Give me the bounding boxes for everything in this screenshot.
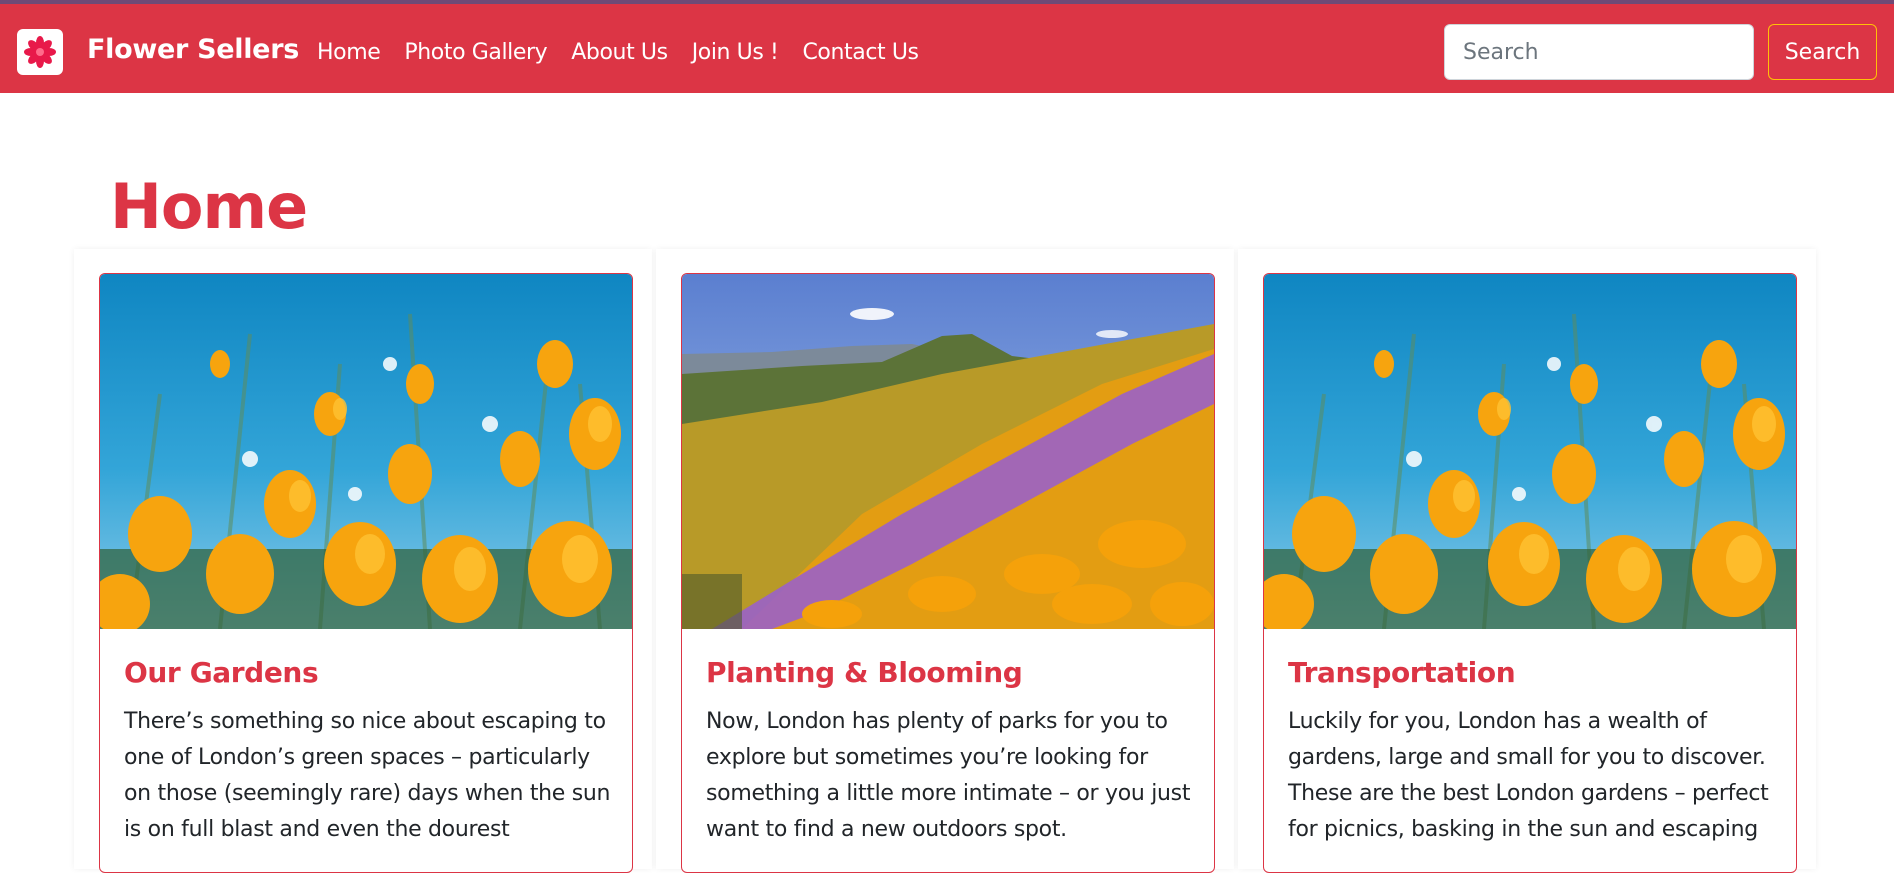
brand-name[interactable]: Flower Sellers	[87, 34, 299, 65]
search-button[interactable]: Search	[1768, 24, 1877, 80]
card-title: Our Gardens	[124, 656, 319, 689]
card-text: Luckily for you, London has a wealth of …	[1288, 709, 1769, 842]
page-title: Home	[110, 170, 308, 243]
navbar: Flower Sellers Home Photo Gallery About …	[0, 4, 1894, 93]
nav-link-about-us[interactable]: About Us	[571, 40, 668, 65]
card-transportation: Transportation Luckily for you, London h…	[1263, 273, 1797, 873]
card-title: Transportation	[1288, 656, 1516, 689]
card-text: There’s something so nice about escaping…	[124, 709, 611, 842]
orange-poppies-photo	[1264, 274, 1796, 629]
search-input[interactable]	[1444, 24, 1754, 80]
card-our-gardens: Our Gardens There’s something so nice ab…	[99, 273, 633, 873]
nav-link-contact-us[interactable]: Contact Us	[802, 40, 919, 65]
main-navigation: Home Photo Gallery About Us Join Us ! Co…	[317, 40, 943, 65]
nav-link-join-us[interactable]: Join Us !	[692, 40, 779, 65]
card-text: Now, London has plenty of parks for you …	[706, 709, 1191, 842]
hillside-wildflowers-photo	[682, 274, 1214, 629]
nav-link-photo-gallery[interactable]: Photo Gallery	[404, 40, 547, 65]
card-planting-blooming: Planting & Blooming Now, London has plen…	[681, 273, 1215, 873]
nav-link-home[interactable]: Home	[317, 40, 381, 65]
flower-logo-icon[interactable]	[17, 29, 63, 75]
card-title: Planting & Blooming	[706, 656, 1023, 689]
orange-poppies-photo	[100, 274, 632, 629]
